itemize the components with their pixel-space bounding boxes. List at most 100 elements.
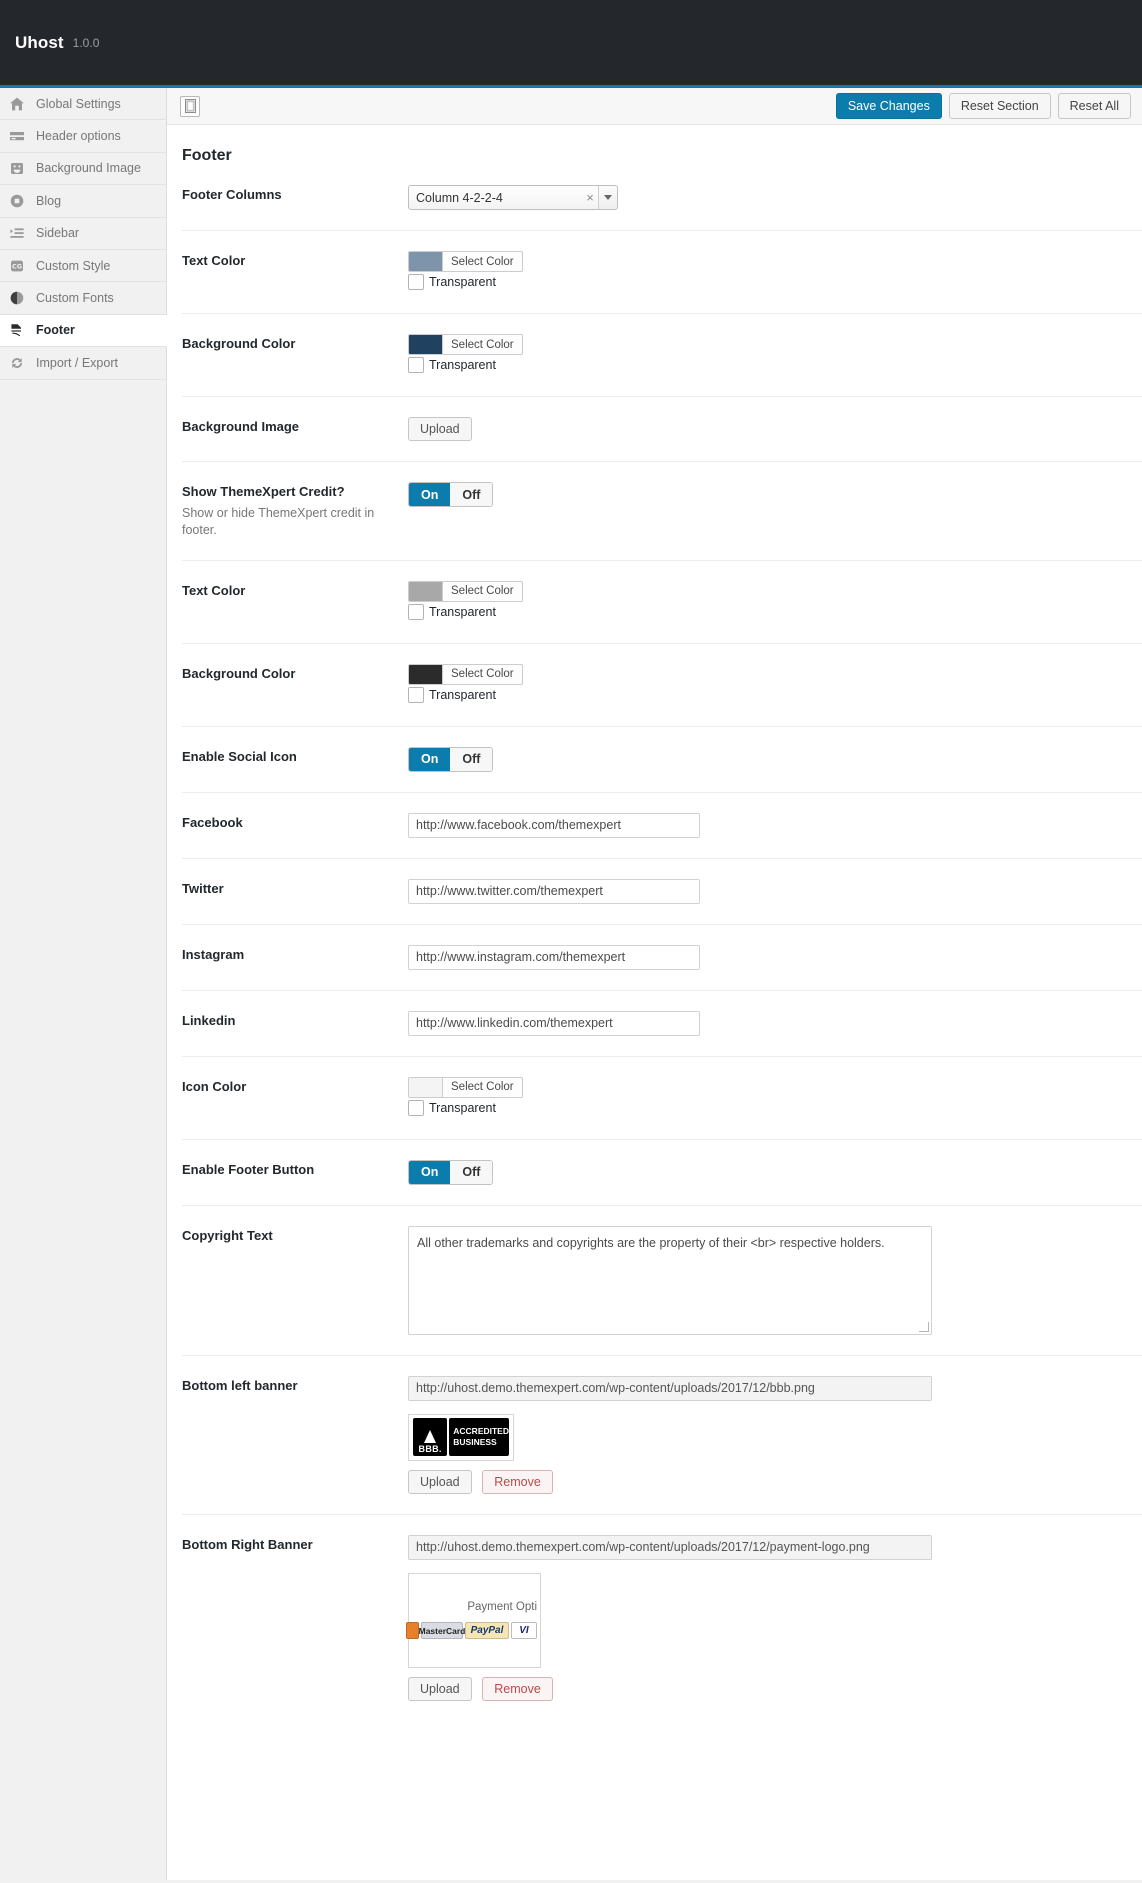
show-credit-toggle[interactable]: On Off [408, 482, 493, 507]
transparent-row: Transparent [408, 687, 523, 703]
color-swatch[interactable] [409, 252, 442, 271]
sidebar-item-custom-style[interactable]: CG Custom Style [0, 250, 166, 282]
field-control: On Off [408, 747, 1142, 772]
bottom-right-banner-input[interactable]: http://uhost.demo.themexpert.com/wp-cont… [408, 1535, 932, 1560]
instagram-input[interactable]: http://www.instagram.com/themexpert [408, 945, 700, 970]
transparent-checkbox[interactable] [408, 1100, 424, 1116]
sidebar-item-blog[interactable]: Blog [0, 185, 166, 217]
field-label-wrap: Background Color [182, 334, 408, 353]
linkedin-input[interactable]: http://www.linkedin.com/themexpert [408, 1011, 700, 1036]
field-label: Copyright Text [182, 1227, 394, 1245]
reset-section-button[interactable]: Reset Section [949, 93, 1051, 119]
footer-columns-select[interactable]: Column 4-2-2-4 × [408, 185, 618, 210]
bottom-left-banner-input[interactable]: http://uhost.demo.themexpert.com/wp-cont… [408, 1376, 932, 1401]
bbb-line-1: ACCREDITED [453, 1426, 509, 1437]
field-description: Show or hide ThemeXpert credit in footer… [182, 505, 394, 540]
color-swatch[interactable] [409, 665, 442, 684]
toggle-on-option[interactable]: On [409, 1161, 450, 1184]
sidebar-item-import-export[interactable]: Import / Export [0, 347, 166, 379]
toggle-off-option[interactable]: Off [450, 483, 492, 506]
clear-selection-icon[interactable]: × [582, 190, 598, 205]
field-label-wrap: Footer Columns [182, 185, 408, 204]
field-control: http://www.linkedin.com/themexpert [408, 1011, 1142, 1036]
chevron-down-icon[interactable] [598, 186, 617, 209]
enable-social-toggle[interactable]: On Off [408, 747, 493, 772]
payment-options-title: Payment Opti [467, 1601, 537, 1613]
copyright-textarea[interactable]: All other trademarks and copyrights are … [408, 1226, 932, 1335]
page-title: Footer [167, 125, 1142, 165]
sidebar-item-sidebar[interactable]: Sidebar [0, 218, 166, 250]
toggle-on-option[interactable]: On [409, 748, 450, 771]
transparent-checkbox[interactable] [408, 687, 424, 703]
save-changes-button[interactable]: Save Changes [836, 93, 942, 119]
footer-icon [8, 322, 25, 339]
color-swatch[interactable] [409, 582, 442, 601]
sidebar-icon [8, 225, 25, 242]
field-linkedin: Linkedin http://www.linkedin.com/themexp… [182, 991, 1142, 1057]
color-picker: Select Color Transparent [408, 1077, 523, 1116]
color-picker-button[interactable]: Select Color [408, 251, 523, 272]
sidebar-item-label: Footer [36, 323, 75, 337]
color-picker-button[interactable]: Select Color [408, 334, 523, 355]
sidebar-item-label: Sidebar [36, 226, 79, 240]
app-brand-name: Uhost [15, 33, 64, 53]
image-icon [8, 160, 25, 177]
color-picker: Select Color Transparent [408, 581, 523, 620]
contrast-icon [8, 290, 25, 307]
bottom-right-banner-buttons: Upload Remove [408, 1677, 1142, 1701]
field-label-wrap: Bottom Right Banner [182, 1535, 408, 1554]
select-color-label: Select Color [442, 665, 522, 684]
bbb-mark: BBB. [413, 1418, 447, 1456]
select-color-label: Select Color [442, 1078, 522, 1097]
field-control: All other trademarks and copyrights are … [408, 1226, 1142, 1335]
toggle-off-option[interactable]: Off [450, 1161, 492, 1184]
field-label-wrap: Facebook [182, 813, 408, 832]
color-picker-button[interactable]: Select Color [408, 1077, 523, 1098]
field-icon-color: Icon Color Select Color Transparent [182, 1057, 1142, 1140]
bottom-right-banner-preview-wrap: Payment Opti MasterCard PayPal VI [408, 1573, 1142, 1668]
color-picker-button[interactable]: Select Color [408, 581, 523, 602]
color-swatch[interactable] [409, 1078, 442, 1097]
transparent-label: Transparent [429, 275, 496, 289]
field-control: On Off [408, 482, 1142, 507]
sidebar-item-custom-fonts[interactable]: Custom Fonts [0, 282, 166, 314]
facebook-input[interactable]: http://www.facebook.com/themexpert [408, 813, 700, 838]
remove-button[interactable]: Remove [482, 1677, 553, 1701]
transparent-label: Transparent [429, 1101, 496, 1115]
enable-footer-button-toggle[interactable]: On Off [408, 1160, 493, 1185]
color-picker-button[interactable]: Select Color [408, 664, 523, 685]
toggle-off-option[interactable]: Off [450, 748, 492, 771]
field-show-themexpert-credit: Show ThemeXpert Credit? Show or hide The… [182, 462, 1142, 561]
sidebar-item-background-image[interactable]: Background Image [0, 153, 166, 185]
transparent-checkbox[interactable] [408, 604, 424, 620]
field-bottom-left-banner: Bottom left banner http://uhost.demo.the… [182, 1356, 1142, 1515]
field-label-wrap: Instagram [182, 945, 408, 964]
field-footer-columns: Footer Columns Column 4-2-2-4 × [182, 165, 1142, 231]
transparent-checkbox[interactable] [408, 274, 424, 290]
payment-options-logo: Payment Opti MasterCard PayPal VI [409, 1574, 540, 1667]
field-control: Select Color Transparent [408, 251, 1142, 293]
field-text-color-2: Text Color Select Color Transparent [182, 561, 1142, 644]
color-swatch[interactable] [409, 335, 442, 354]
upload-button[interactable]: Upload [408, 1470, 472, 1494]
bbb-text-block: ACCREDITED BUSINESS [449, 1418, 509, 1456]
field-control: http://uhost.demo.themexpert.com/wp-cont… [408, 1535, 1142, 1701]
upload-button[interactable]: Upload [408, 1677, 472, 1701]
expand-panel-icon[interactable] [180, 96, 200, 117]
transparent-checkbox[interactable] [408, 357, 424, 373]
upload-button[interactable]: Upload [408, 417, 472, 441]
sidebar-item-global-settings[interactable]: Global Settings [0, 88, 166, 120]
field-label: Background Color [182, 335, 394, 353]
sidebar-item-header-options[interactable]: Header options [0, 120, 166, 152]
twitter-input[interactable]: http://www.twitter.com/themexpert [408, 879, 700, 904]
field-control: Select Color Transparent [408, 664, 1142, 706]
remove-button[interactable]: Remove [482, 1470, 553, 1494]
sidebar-item-footer[interactable]: Footer [0, 315, 167, 347]
color-picker: Select Color Transparent [408, 664, 523, 703]
reset-all-button[interactable]: Reset All [1058, 93, 1131, 119]
app-topbar: Uhost 1.0.0 [0, 0, 1142, 88]
transparent-row: Transparent [408, 604, 523, 620]
field-label: Enable Social Icon [182, 748, 394, 766]
toggle-on-option[interactable]: On [409, 483, 450, 506]
field-twitter: Twitter http://www.twitter.com/themexper… [182, 859, 1142, 925]
